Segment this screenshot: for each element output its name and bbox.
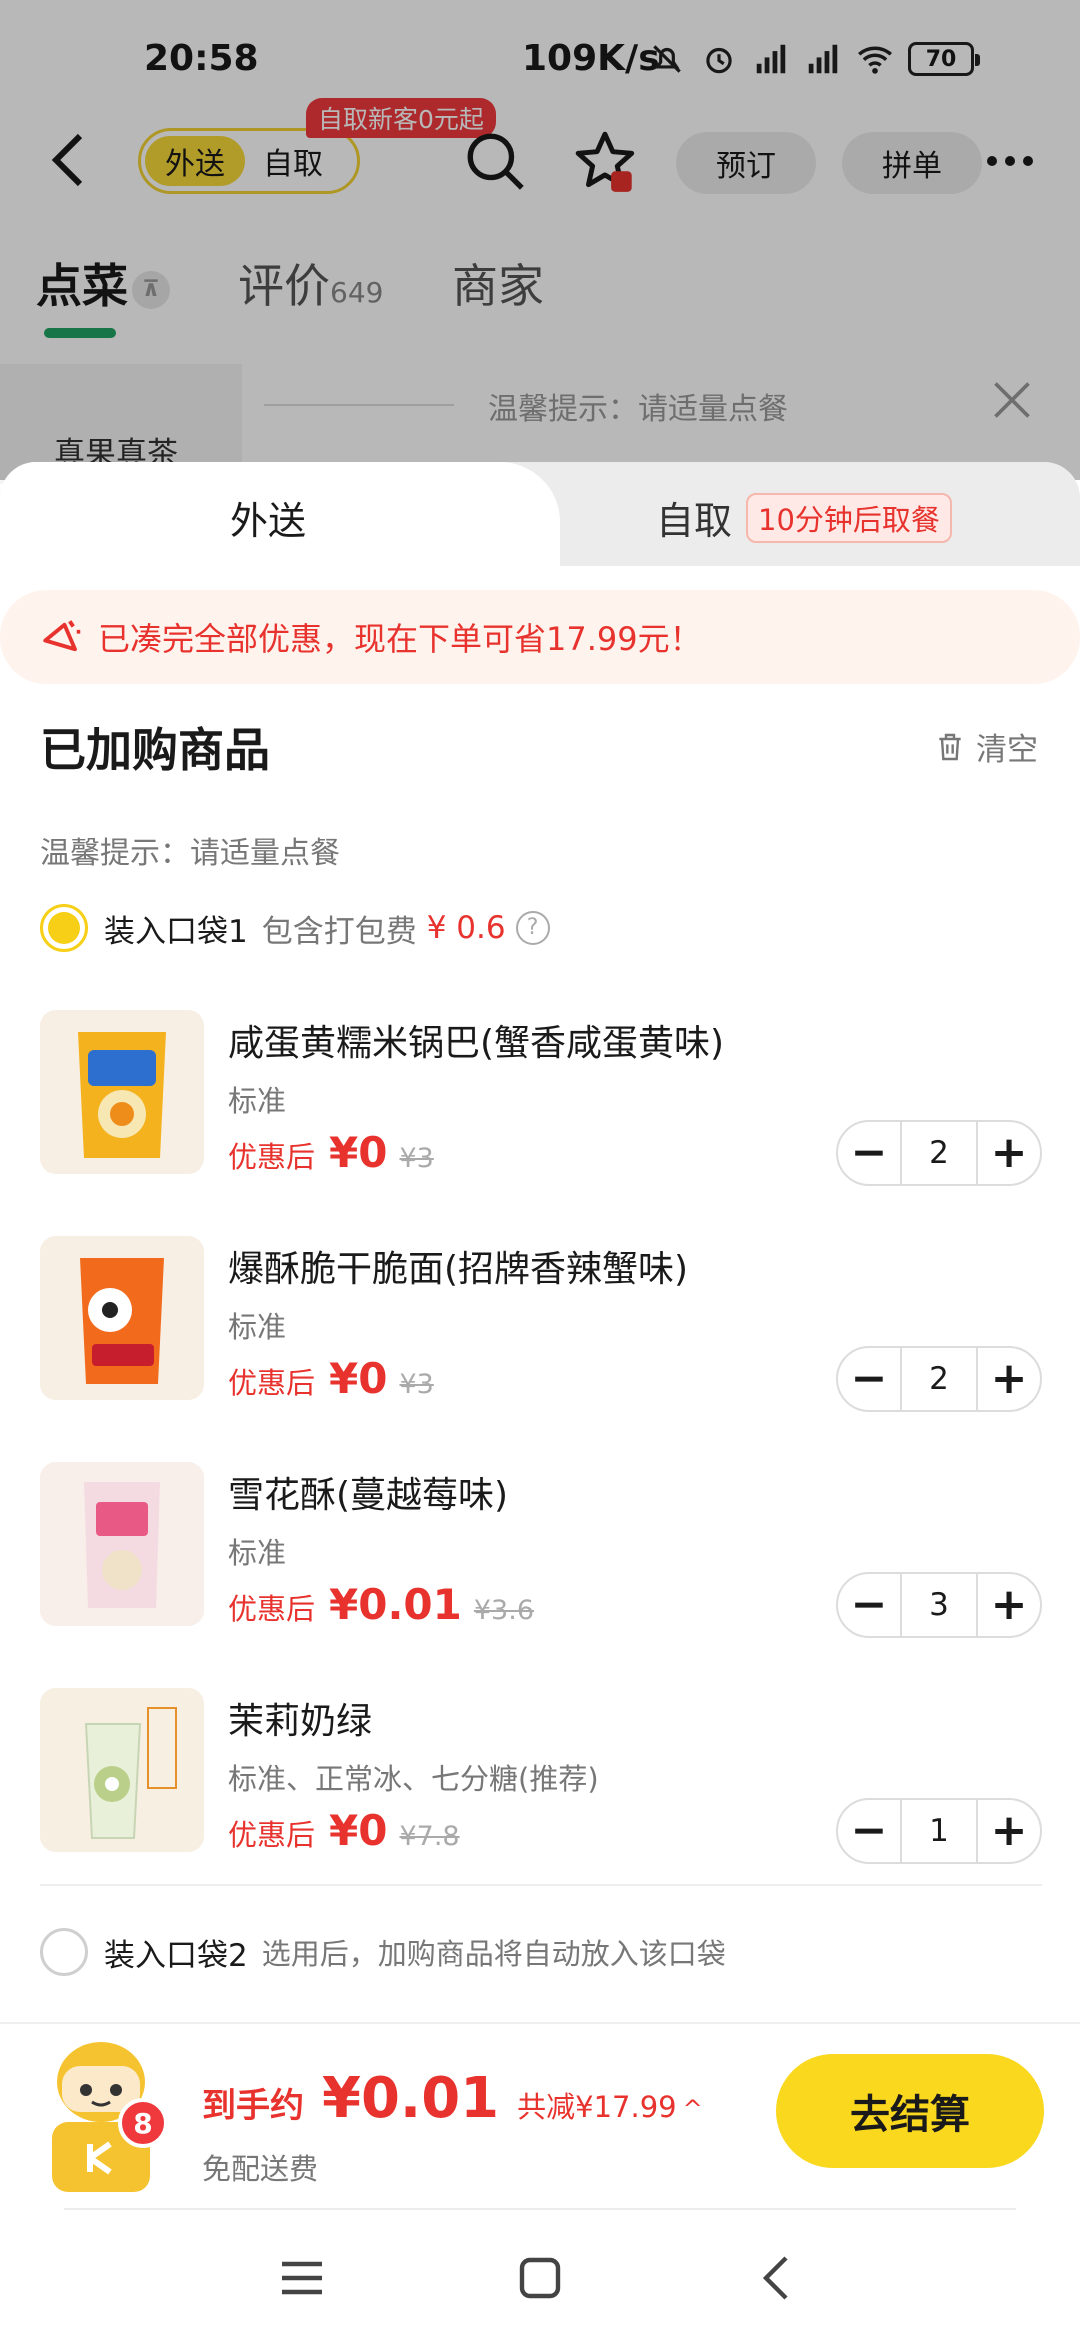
quantity-value[interactable]: 2: [900, 1122, 978, 1184]
product-image[interactable]: [40, 1236, 204, 1400]
price-label: 优惠后: [228, 1366, 316, 1400]
tab-pickup-label: 自取: [656, 499, 733, 543]
price-after-discount: ¥0: [329, 1128, 388, 1177]
quantity-stepper: − 3 +: [836, 1572, 1042, 1638]
price-after-discount: ¥0: [329, 1354, 388, 1403]
quantity-value[interactable]: 1: [900, 1800, 978, 1862]
delivery-fee-note: 免配送费: [202, 2152, 319, 2186]
modal-overlay[interactable]: [0, 0, 1080, 480]
item-price-line: 优惠后 ¥0.01 ¥3.6: [228, 1580, 534, 1629]
quantity-stepper: − 2 +: [836, 1120, 1042, 1186]
item-name: 茉莉奶绿: [228, 1701, 373, 1742]
original-price: ¥3: [399, 1369, 434, 1400]
total-label: 到手约: [202, 2086, 304, 2126]
bag-1-radio[interactable]: [40, 904, 88, 952]
increase-button[interactable]: +: [978, 1800, 1040, 1862]
increase-button[interactable]: +: [978, 1348, 1040, 1410]
cart-item: 雪花酥(蔓越莓味) 标准 优惠后 ¥0.01 ¥3.6 − 3 +: [0, 1462, 1080, 1662]
system-nav-bar: [0, 2208, 1080, 2340]
total-line: 到手约 ¥0.01 共减¥17.99 ^: [202, 2066, 703, 2131]
cart-item: 爆酥脆干脆面(招牌香辣蟹味) 标准 优惠后 ¥0 ¥3 − 2 +: [0, 1236, 1080, 1436]
price-label: 优惠后: [228, 1140, 316, 1174]
bag-1-option[interactable]: 装入口袋1 包含打包费 ¥ 0.6 ?: [40, 904, 550, 952]
item-name: 爆酥脆干脆面(招牌香辣蟹味): [228, 1249, 689, 1290]
item-name: 咸蛋黄糯米锅巴(蟹香咸蛋黄味): [228, 1023, 725, 1064]
product-image[interactable]: [40, 1688, 204, 1852]
chevron-up-icon[interactable]: ^: [683, 2095, 703, 2123]
packing-fee-label: 包含打包费: [261, 913, 417, 950]
price-after-discount: ¥0.01: [329, 1580, 462, 1629]
original-price: ¥7.8: [399, 1821, 460, 1852]
decrease-button[interactable]: −: [838, 1800, 900, 1862]
quantity-stepper: − 1 +: [836, 1798, 1042, 1864]
home-icon[interactable]: [510, 2248, 570, 2308]
item-spec: 标准、正常冰、七分糖(推荐): [228, 1762, 599, 1796]
bag-1-label: 装入口袋1: [104, 913, 248, 950]
increase-button[interactable]: +: [978, 1574, 1040, 1636]
decrease-button[interactable]: −: [838, 1574, 900, 1636]
cart-title: 已加购商品: [40, 723, 270, 777]
cart-count-badge: 8: [118, 2098, 168, 2148]
checkout-bar: 8 到手约 ¥0.01 共减¥17.99 ^ 免配送费 去结算: [0, 2022, 1080, 2220]
original-price: ¥3: [399, 1143, 434, 1174]
item-name: 雪花酥(蔓越莓味): [228, 1475, 509, 1516]
cart-item: 咸蛋黄糯米锅巴(蟹香咸蛋黄味) 标准 优惠后 ¥0 ¥3 − 2 +: [0, 1010, 1080, 1210]
menu-icon[interactable]: [272, 2248, 332, 2308]
increase-button[interactable]: +: [978, 1122, 1040, 1184]
quantity-value[interactable]: 2: [900, 1348, 978, 1410]
packing-fee: ¥ 0.6: [426, 910, 506, 946]
sheet-tabs: 外送 自取 10分钟后取餐: [0, 462, 1080, 566]
clear-cart-label: 清空: [976, 732, 1038, 768]
bag-2-radio[interactable]: [40, 1928, 88, 1976]
item-spec: 标准: [228, 1536, 287, 1570]
tab-delivery-label: 外送: [230, 499, 307, 543]
product-image[interactable]: [40, 1462, 204, 1626]
clear-cart-button[interactable]: 清空: [934, 724, 1038, 769]
tab-pickup[interactable]: 自取 10分钟后取餐: [656, 490, 952, 545]
price-after-discount: ¥0: [329, 1806, 388, 1855]
back-icon[interactable]: [748, 2248, 808, 2308]
trash-icon: [939, 733, 961, 760]
divider: [40, 1884, 1042, 1886]
quantity-stepper: − 2 +: [836, 1346, 1042, 1412]
price-label: 优惠后: [228, 1592, 316, 1626]
price-label: 优惠后: [228, 1818, 316, 1852]
discount-banner-text: 已凑完全部优惠，现在下单可省17.99元！: [98, 620, 702, 658]
megaphone-icon: [43, 620, 81, 652]
item-price-line: 优惠后 ¥0 ¥3: [228, 1128, 434, 1177]
bag-2-option[interactable]: 装入口袋2 选用后，加购商品将自动放入该口袋: [40, 1928, 726, 1976]
decrease-button[interactable]: −: [838, 1122, 900, 1184]
bag-2-label: 装入口袋2: [104, 1937, 248, 1974]
item-spec: 标准: [228, 1310, 287, 1344]
total-price: ¥0.01: [322, 2066, 500, 2131]
original-price: ¥3.6: [473, 1595, 534, 1626]
item-price-line: 优惠后 ¥0 ¥7.8: [228, 1806, 460, 1855]
cart-tip: 温馨提示：请适量点餐: [40, 836, 340, 871]
help-icon[interactable]: ?: [515, 911, 550, 945]
pickup-time-badge: 10分钟后取餐: [746, 492, 952, 543]
product-image[interactable]: [40, 1010, 204, 1174]
cart-item: 茉莉奶绿 标准、正常冰、七分糖(推荐) 优惠后 ¥0 ¥7.8 − 1 +: [0, 1688, 1080, 1888]
item-spec: 标准: [228, 1084, 287, 1118]
tab-delivery[interactable]: 外送: [0, 462, 560, 566]
savings-detail[interactable]: 共减¥17.99: [517, 2084, 676, 2126]
decrease-button[interactable]: −: [838, 1348, 900, 1410]
item-price-line: 优惠后 ¥0 ¥3: [228, 1354, 434, 1403]
discount-banner: 已凑完全部优惠，现在下单可省17.99元！: [0, 590, 1080, 684]
divider: [64, 2208, 1016, 2210]
checkout-button[interactable]: 去结算: [776, 2054, 1044, 2168]
bag-2-note: 选用后，加购商品将自动放入该口袋: [261, 1937, 726, 1971]
quantity-value[interactable]: 3: [900, 1574, 978, 1636]
